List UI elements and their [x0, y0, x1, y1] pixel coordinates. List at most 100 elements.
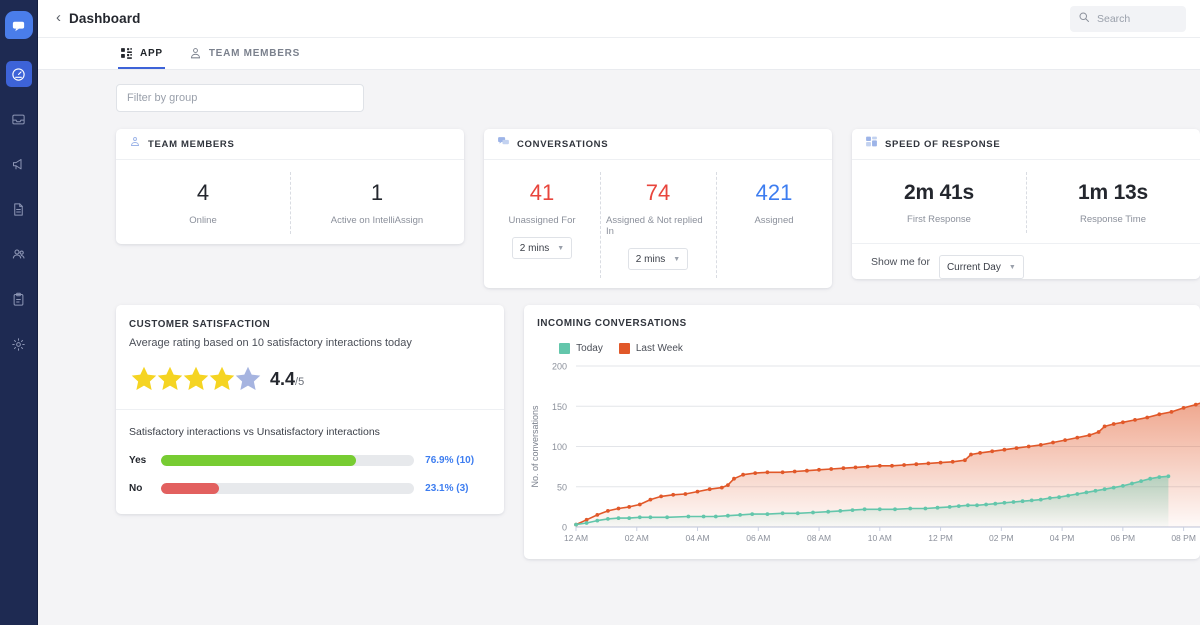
- chart-data-point[interactable]: [1075, 492, 1080, 496]
- sidebar-item-dashboard[interactable]: [5, 61, 32, 87]
- chart-data-point[interactable]: [648, 497, 653, 502]
- chart-data-point[interactable]: [1157, 475, 1162, 479]
- unassigned-duration-select[interactable]: 2 mins ▼: [511, 237, 573, 259]
- chart-data-point[interactable]: [1057, 495, 1062, 500]
- show-me-for-select[interactable]: Current Day ▼: [938, 255, 1024, 279]
- chart-data-point[interactable]: [606, 509, 610, 513]
- back-button[interactable]: ‹: [52, 8, 69, 29]
- chart-data-point[interactable]: [817, 467, 822, 472]
- chart-data-point[interactable]: [686, 514, 691, 519]
- chart-data-point[interactable]: [584, 521, 589, 525]
- chart-data-point[interactable]: [950, 459, 955, 464]
- chart-data-point[interactable]: [595, 518, 600, 523]
- chart-data-point[interactable]: [1102, 424, 1107, 429]
- chart-data-point[interactable]: [975, 503, 980, 508]
- chart-data-point[interactable]: [741, 472, 746, 477]
- chart-data-point[interactable]: [878, 463, 882, 468]
- chart-data-point[interactable]: [753, 471, 758, 475]
- chart-data-point[interactable]: [993, 501, 998, 506]
- chart-data-point[interactable]: [947, 505, 952, 509]
- chart-data-point[interactable]: [648, 515, 653, 520]
- chart-data-point[interactable]: [1029, 498, 1034, 503]
- chart-data-point[interactable]: [908, 506, 913, 511]
- chart-data-point[interactable]: [1145, 415, 1150, 420]
- chart-data-point[interactable]: [926, 461, 931, 466]
- chart-data-point[interactable]: [893, 507, 898, 512]
- chart-data-point[interactable]: [780, 511, 785, 516]
- chart-data-point[interactable]: [853, 465, 858, 470]
- chart-data-point[interactable]: [1014, 446, 1019, 450]
- chart-data-point[interactable]: [938, 460, 943, 465]
- chart-data-point[interactable]: [963, 458, 967, 463]
- chart-data-point[interactable]: [990, 449, 995, 454]
- chart-data-point[interactable]: [1002, 500, 1007, 505]
- chart-data-point[interactable]: [1048, 496, 1052, 500]
- sidebar-item-reports[interactable]: [6, 286, 32, 312]
- chart-data-point[interactable]: [1096, 430, 1101, 434]
- chart-data-point[interactable]: [732, 476, 737, 481]
- sidebar-item-campaigns[interactable]: [6, 151, 32, 177]
- chart-data-point[interactable]: [765, 512, 770, 516]
- chart-data-point[interactable]: [1133, 418, 1138, 422]
- app-logo-icon[interactable]: [4, 11, 33, 39]
- chart-data-point[interactable]: [805, 468, 809, 473]
- chart-data-point[interactable]: [1181, 406, 1186, 410]
- chart-data-point[interactable]: [616, 506, 621, 511]
- chart-data-point[interactable]: [966, 503, 970, 508]
- chart-data-point[interactable]: [701, 514, 706, 519]
- chart-data-point[interactable]: [1111, 422, 1116, 426]
- chart-data-point[interactable]: [720, 485, 724, 490]
- sidebar-item-settings[interactable]: [6, 331, 32, 357]
- chart-data-point[interactable]: [726, 513, 730, 518]
- chart-data-point[interactable]: [1026, 444, 1031, 449]
- chart-data-point[interactable]: [1139, 479, 1144, 483]
- tab-team-members[interactable]: TEAM MEMBERS: [187, 47, 302, 69]
- chart-data-point[interactable]: [1011, 500, 1016, 504]
- chart-data-point[interactable]: [1084, 490, 1089, 495]
- chart-data-point[interactable]: [902, 463, 907, 467]
- tab-app[interactable]: APP: [118, 47, 165, 69]
- chart-data-point[interactable]: [1087, 433, 1092, 438]
- chart-data-point[interactable]: [1121, 484, 1125, 488]
- chart-data-point[interactable]: [862, 507, 867, 512]
- chart-data-point[interactable]: [665, 515, 670, 520]
- chart-data-point[interactable]: [627, 505, 632, 509]
- sidebar-item-contacts[interactable]: [6, 241, 32, 267]
- chart-data-point[interactable]: [750, 512, 755, 516]
- chart-data-point[interactable]: [1194, 402, 1198, 407]
- chart-data-point[interactable]: [671, 492, 676, 497]
- chart-data-point[interactable]: [878, 507, 882, 512]
- sidebar-item-articles[interactable]: [6, 196, 32, 222]
- chart-data-point[interactable]: [914, 462, 919, 467]
- chart-data-point[interactable]: [780, 470, 785, 475]
- chart-data-point[interactable]: [1075, 435, 1080, 440]
- chart-data-point[interactable]: [1121, 420, 1125, 425]
- not-replied-duration-select[interactable]: 2 mins ▼: [627, 248, 689, 270]
- search-input[interactable]: Search: [1070, 5, 1186, 32]
- chart-data-point[interactable]: [984, 502, 989, 507]
- chart-data-point[interactable]: [841, 466, 846, 471]
- chart-data-point[interactable]: [865, 464, 870, 469]
- chart-data-point[interactable]: [957, 504, 961, 508]
- chart-data-point[interactable]: [1157, 412, 1162, 417]
- chart-data-point[interactable]: [638, 515, 642, 520]
- chart-data-point[interactable]: [1102, 487, 1107, 492]
- chart-data-point[interactable]: [595, 513, 600, 517]
- filter-by-group-input[interactable]: [116, 84, 364, 112]
- chart-data-point[interactable]: [738, 513, 743, 517]
- legend-item-today[interactable]: Today: [559, 343, 603, 354]
- chart-data-point[interactable]: [1169, 410, 1174, 414]
- chart-data-point[interactable]: [606, 517, 610, 521]
- chart-data-point[interactable]: [1002, 447, 1007, 452]
- chart-data-point[interactable]: [1111, 485, 1116, 490]
- chart-data-point[interactable]: [1066, 493, 1071, 498]
- chart-data-point[interactable]: [1166, 474, 1171, 479]
- chart-data-point[interactable]: [935, 505, 940, 510]
- chart-data-point[interactable]: [1063, 438, 1068, 442]
- chart-data-point[interactable]: [890, 463, 895, 468]
- chart-data-point[interactable]: [826, 509, 831, 514]
- chart-data-point[interactable]: [811, 510, 816, 515]
- chart-data-point[interactable]: [714, 514, 718, 519]
- chart-data-point[interactable]: [638, 502, 642, 507]
- chart-data-point[interactable]: [726, 483, 730, 487]
